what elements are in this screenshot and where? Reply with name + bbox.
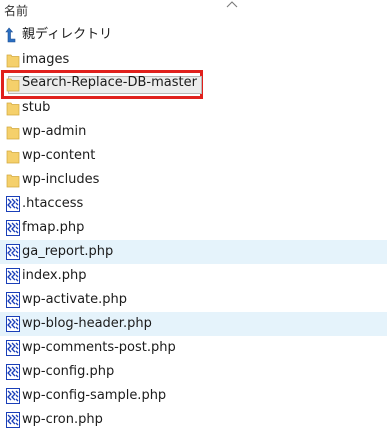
sort-chevron-icon[interactable] [226,0,238,8]
folder-icon [5,171,21,189]
column-header: 名前 [0,0,387,26]
file-row[interactable]: wp-cron.php [0,408,387,432]
file-row[interactable]: ga_report.php [0,240,387,264]
php-file-icon [5,243,21,261]
folder-icon [5,123,21,141]
file-name-label: fmap.php [22,220,85,235]
folder-icon [5,51,21,69]
file-name-label: wp-cron.php [22,412,103,427]
file-row[interactable]: wp-comments-post.php [0,336,387,360]
file-name-label: stub [22,100,51,115]
name-column-header[interactable]: 名前 [4,3,28,19]
file-row[interactable]: index.php [0,264,387,288]
php-file-icon [5,339,21,357]
file-name-label: wp-includes [22,172,100,187]
file-row[interactable]: wp-config-sample.php [0,384,387,408]
folder-row[interactable]: wp-content [0,144,387,168]
file-name-label: .htaccess [22,196,84,211]
file-row[interactable]: wp-activate.php [0,288,387,312]
php-file-icon [5,195,21,213]
file-name-label: index.php [22,268,87,283]
php-file-icon [5,219,21,237]
php-file-icon [5,291,21,309]
folder-row[interactable]: stub [0,96,387,120]
folder-row[interactable]: images [0,48,387,72]
file-name-label: wp-comments-post.php [22,340,176,355]
up-arrow-icon [5,27,19,43]
php-file-icon [5,267,21,285]
file-name-label: wp-blog-header.php [22,316,152,331]
file-name-label: ga_report.php [22,244,114,259]
php-file-icon [5,387,21,405]
file-row[interactable]: wp-config.php [0,360,387,384]
php-file-icon [5,315,21,333]
folder-icon [5,147,21,165]
folder-icon [5,99,21,117]
file-list: images Search-Replace-DB-master stub wp-adm… [0,48,387,432]
parent-directory-label: 親ディレクトリ [22,27,113,42]
file-name-label: wp-admin [22,124,87,139]
file-name-label: wp-config-sample.php [22,388,167,403]
file-row[interactable]: wp-blog-header.php [0,312,387,336]
file-name-label: images [22,52,70,67]
file-row[interactable]: fmap.php [0,216,387,240]
file-row[interactable]: .htaccess [0,192,387,216]
file-name-label: wp-content [22,148,96,163]
parent-directory-row[interactable]: 親ディレクトリ [0,24,387,46]
file-name-label: wp-config.php [22,364,115,379]
folder-row[interactable]: wp-admin [0,120,387,144]
php-file-icon [5,363,21,381]
php-file-icon [5,411,21,429]
folder-row[interactable]: wp-includes [0,168,387,192]
folder-row[interactable]: Search-Replace-DB-master [0,72,387,96]
file-name-label: wp-activate.php [22,292,128,307]
